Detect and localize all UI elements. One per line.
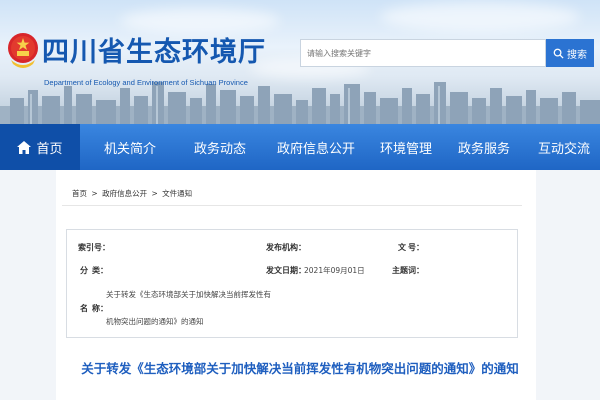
home-icon xyxy=(17,140,32,154)
site-subtitle: Department of Ecology and Environment of… xyxy=(44,78,248,87)
search-icon xyxy=(553,48,564,59)
index-label: 索引号： xyxy=(78,243,110,252)
nav-item-label: 首页 xyxy=(36,141,63,157)
search-input[interactable] xyxy=(307,48,545,58)
search-button-label: 搜索 xyxy=(567,49,587,61)
breadcrumb-separator: > xyxy=(91,189,98,198)
breadcrumb: 首页 > 政府信息公开 > 文件通知 xyxy=(72,188,194,199)
name-value-line-2: 机物突出问题的通知》的通知 xyxy=(106,317,204,326)
breadcrumb-home-link[interactable]: 首页 xyxy=(72,189,87,198)
category-label-a: 分 xyxy=(80,266,88,275)
name-label-a: 名 xyxy=(80,304,88,313)
national-emblem-icon xyxy=(8,33,38,68)
name-label-b: 称： xyxy=(92,304,108,313)
docno-label-a: 文 xyxy=(398,243,406,252)
search-box xyxy=(300,39,546,67)
topic-label: 主题词： xyxy=(392,266,424,275)
breadcrumb-info-link[interactable]: 政府信息公开 xyxy=(102,189,147,198)
nav-item-home[interactable]: 首页 xyxy=(0,124,80,170)
nav-item-about[interactable]: 机关简介 xyxy=(80,124,180,170)
site-header: 四川省生态环境厅 Department of Ecology and Envir… xyxy=(0,0,600,124)
nav-item-info-disclosure[interactable]: 政府信息公开 xyxy=(260,124,372,170)
document-title: 关于转发《生态环境部关于加快解决当前挥发性有机物突出问题的通知》的通知 xyxy=(81,361,519,376)
docno-label-b: 号： xyxy=(408,243,424,252)
nav-item-news[interactable]: 政务动态 xyxy=(180,124,260,170)
nav-item-environment-management[interactable]: 环境管理 xyxy=(372,124,440,170)
publisher-label: 发布机构： xyxy=(266,243,306,252)
breadcrumb-notices-link[interactable]: 文件通知 xyxy=(162,189,192,198)
search-button[interactable]: 搜索 xyxy=(546,39,594,67)
nav-item-interaction[interactable]: 互动交流 xyxy=(528,124,600,170)
site-title[interactable]: 四川省生态环境厅 xyxy=(42,30,266,69)
name-value-line-1: 关于转发《生态环境部关于加快解决当前挥发性有 xyxy=(106,290,271,299)
nav-item-services[interactable]: 政务服务 xyxy=(440,124,528,170)
issue-date-label: 发文日期： xyxy=(266,266,306,275)
issue-date-value: 2021年09月01日 xyxy=(304,266,365,275)
breadcrumb-separator: > xyxy=(151,189,158,198)
main-nav: 首页 机关简介 政务动态 政府信息公开 环境管理 政务服务 互动交流 xyxy=(0,124,600,170)
breadcrumb-divider xyxy=(62,205,522,206)
category-label-b: 类： xyxy=(92,266,108,275)
